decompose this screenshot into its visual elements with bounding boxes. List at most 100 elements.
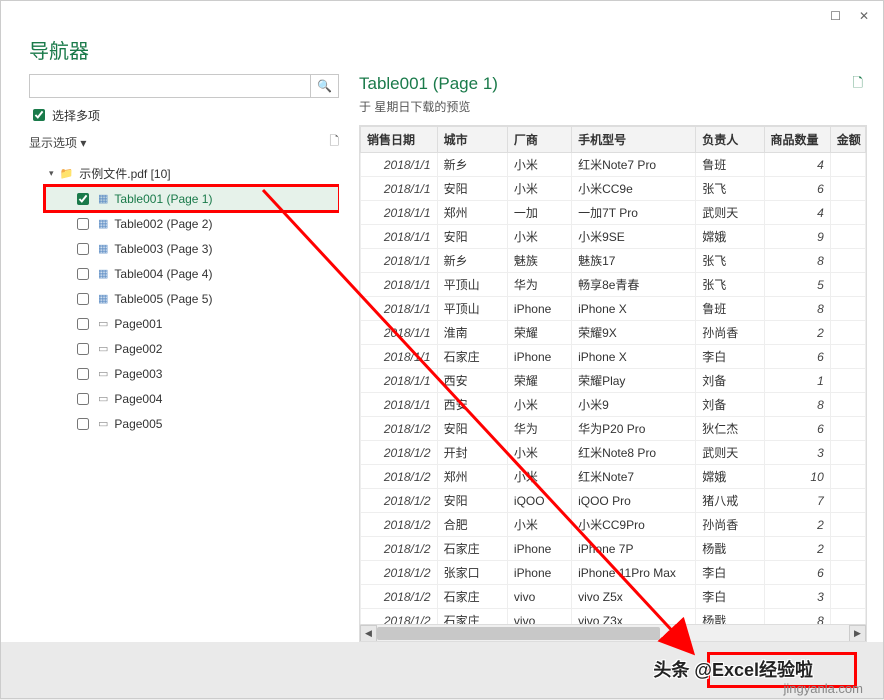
table-icon: ▦ xyxy=(98,192,108,205)
table-cell: iPhone X xyxy=(572,297,696,321)
table-row[interactable]: 2018/1/1淮南荣耀荣耀9X孙尚香2 xyxy=(361,321,866,345)
select-multi-checkbox[interactable] xyxy=(33,109,45,121)
table-cell xyxy=(830,417,865,441)
scroll-track[interactable] xyxy=(377,625,849,642)
table-row[interactable]: 2018/1/1西安小米小米9刘备8 xyxy=(361,393,866,417)
table-cell: iPhone xyxy=(507,537,571,561)
table-row[interactable]: 2018/1/1新乡小米红米Note7 Pro鲁班4 xyxy=(361,153,866,177)
table-cell: 小米9 xyxy=(572,393,696,417)
tree-item[interactable]: ▦Table004 (Page 4) xyxy=(45,261,339,286)
footer: 头条 @Excel经验啦 jingyanla.com xyxy=(1,642,883,698)
table-row[interactable]: 2018/1/1安阳小米小米CC9e张飞6 xyxy=(361,177,866,201)
table-cell: iQOO xyxy=(507,489,571,513)
column-header[interactable]: 销售日期 xyxy=(361,127,438,153)
table-row[interactable]: 2018/1/1平顶山iPhoneiPhone X鲁班8 xyxy=(361,297,866,321)
table-cell: 2018/1/1 xyxy=(361,393,438,417)
table-cell: 武则天 xyxy=(696,201,764,225)
table-cell: 2018/1/1 xyxy=(361,273,438,297)
close-icon[interactable]: ✕ xyxy=(859,9,869,23)
table-row[interactable]: 2018/1/2开封小米红米Note8 Pro武则天3 xyxy=(361,441,866,465)
table-row[interactable]: 2018/1/1新乡魅族魅族17张飞8 xyxy=(361,249,866,273)
tree-item[interactable]: ▭Page002 xyxy=(45,336,339,361)
table-cell: iPhone xyxy=(507,297,571,321)
scroll-right-icon[interactable]: ▶ xyxy=(849,625,866,642)
column-header[interactable]: 商品数量 xyxy=(764,127,830,153)
table-row[interactable]: 2018/1/2安阳华为华为P20 Pro狄仁杰6 xyxy=(361,417,866,441)
table-cell: 3 xyxy=(764,441,830,465)
tree-item-checkbox[interactable] xyxy=(77,193,89,205)
table-row[interactable]: 2018/1/1平顶山华为畅享8e青春张飞5 xyxy=(361,273,866,297)
table-row[interactable]: 2018/1/2安阳iQOOiQOO Pro猪八戒7 xyxy=(361,489,866,513)
table-cell xyxy=(830,369,865,393)
tree-item-checkbox[interactable] xyxy=(77,268,89,280)
table-cell: 1 xyxy=(764,369,830,393)
display-options-link[interactable]: 显示选项 ▾ xyxy=(29,134,86,151)
horizontal-scrollbar[interactable]: ◀ ▶ xyxy=(360,624,866,641)
table-row[interactable]: 2018/1/2合肥小米小米CC9Pro孙尚香2 xyxy=(361,513,866,537)
table-cell: 4 xyxy=(764,153,830,177)
table-cell: vivo Z3x xyxy=(572,609,696,625)
tree-item-checkbox[interactable] xyxy=(77,343,89,355)
table-cell xyxy=(830,513,865,537)
tree-item[interactable]: ▭Page003 xyxy=(45,361,339,386)
table-row[interactable]: 2018/1/1西安荣耀荣耀Play刘备1 xyxy=(361,369,866,393)
table-cell: 西安 xyxy=(437,393,507,417)
tree-item[interactable]: ▦Table002 (Page 2) xyxy=(45,211,339,236)
table-row[interactable]: 2018/1/2张家口iPhoneiPhone 11Pro Max李白6 xyxy=(361,561,866,585)
tree-item[interactable]: ▭Page001 xyxy=(45,311,339,336)
table-cell xyxy=(830,609,865,625)
table-header-row: 销售日期城市厂商手机型号负责人商品数量金额 xyxy=(361,127,866,153)
column-header[interactable]: 城市 xyxy=(437,127,507,153)
table-cell: 孙尚香 xyxy=(696,513,764,537)
tree-item-checkbox[interactable] xyxy=(77,293,89,305)
maximize-icon[interactable]: ☐ xyxy=(830,9,841,23)
page-icon: ▭ xyxy=(98,342,108,355)
table-cell: 2018/1/1 xyxy=(361,249,438,273)
table-cell xyxy=(830,177,865,201)
column-header[interactable]: 手机型号 xyxy=(572,127,696,153)
table-row[interactable]: 2018/1/1郑州一加一加7T Pro武则天4 xyxy=(361,201,866,225)
watermark-main: 头条 @Excel经验啦 xyxy=(653,656,813,682)
scroll-left-icon[interactable]: ◀ xyxy=(360,625,377,642)
tree-item-checkbox[interactable] xyxy=(77,243,89,255)
collapse-icon[interactable]: ▾ xyxy=(49,168,54,179)
table-row[interactable]: 2018/1/2石家庄vivovivo Z3x杨戬8 xyxy=(361,609,866,625)
tree-item-label: Page004 xyxy=(114,392,162,406)
table-row[interactable]: 2018/1/1安阳小米小米9SE嫦娥9 xyxy=(361,225,866,249)
table-cell: 小米CC9e xyxy=(572,177,696,201)
tree-item-checkbox[interactable] xyxy=(77,393,89,405)
tree-item-checkbox[interactable] xyxy=(77,318,89,330)
table-cell: 畅享8e青春 xyxy=(572,273,696,297)
tree-item[interactable]: ▭Page005 xyxy=(45,411,339,436)
tree-item[interactable]: ▦Table005 (Page 5) xyxy=(45,286,339,311)
tree-item[interactable]: ▦Table001 (Page 1) xyxy=(45,186,339,211)
table-cell: 刘备 xyxy=(696,369,764,393)
table-row[interactable]: 2018/1/2石家庄iPhoneiPhone 7P杨戬2 xyxy=(361,537,866,561)
search-button[interactable]: 🔍 xyxy=(311,74,339,98)
tree-item-checkbox[interactable] xyxy=(77,418,89,430)
table-row[interactable]: 2018/1/2郑州小米红米Note7嫦娥10 xyxy=(361,465,866,489)
table-row[interactable]: 2018/1/1石家庄iPhoneiPhone X李白6 xyxy=(361,345,866,369)
table-cell: 2018/1/1 xyxy=(361,177,438,201)
table-cell: 开封 xyxy=(437,441,507,465)
search-input[interactable] xyxy=(29,74,311,98)
tree-root[interactable]: ▾ 📁 示例文件.pdf [10] xyxy=(45,161,339,186)
table-cell xyxy=(830,561,865,585)
column-header[interactable]: 厂商 xyxy=(507,127,571,153)
table-cell: 荣耀 xyxy=(507,369,571,393)
refresh-icon[interactable]: 🗋 xyxy=(329,132,339,153)
table-row[interactable]: 2018/1/2石家庄vivovivo Z5x李白3 xyxy=(361,585,866,609)
tree-item-checkbox[interactable] xyxy=(77,368,89,380)
select-multi-row[interactable]: 选择多项 xyxy=(29,106,339,124)
tree-item[interactable]: ▦Table003 (Page 3) xyxy=(45,236,339,261)
preview-refresh-icon[interactable]: 🗋 xyxy=(853,74,863,96)
column-header[interactable]: 金额 xyxy=(830,127,865,153)
scroll-thumb[interactable] xyxy=(377,627,660,640)
column-header[interactable]: 负责人 xyxy=(696,127,764,153)
table-scroll[interactable]: 销售日期城市厂商手机型号负责人商品数量金额 2018/1/1新乡小米红米Note… xyxy=(360,126,866,624)
tree-item[interactable]: ▭Page004 xyxy=(45,386,339,411)
table-cell: 2018/1/1 xyxy=(361,225,438,249)
table-cell: 2018/1/1 xyxy=(361,321,438,345)
table-cell: 红米Note8 Pro xyxy=(572,441,696,465)
tree-item-checkbox[interactable] xyxy=(77,218,89,230)
